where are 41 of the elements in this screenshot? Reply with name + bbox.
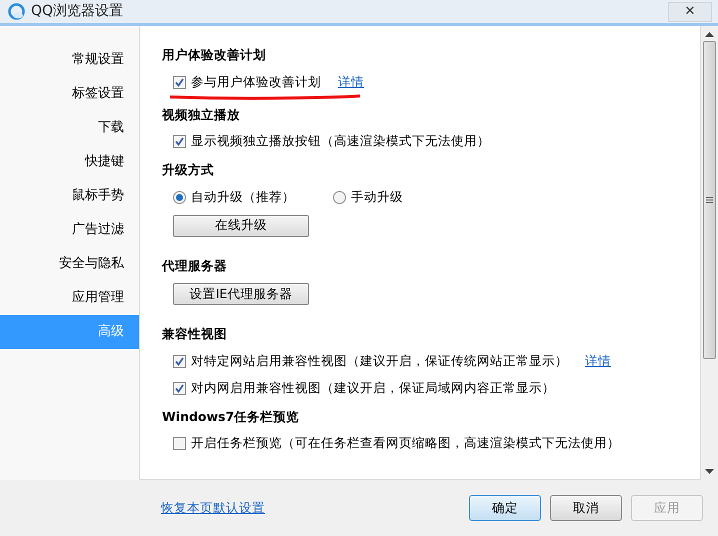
sidebar-item[interactable]: 下载 bbox=[0, 111, 139, 145]
section-title: 代理服务器 bbox=[162, 256, 228, 274]
scroll-down-icon[interactable] bbox=[705, 469, 714, 474]
checkbox[interactable] bbox=[173, 354, 186, 368]
checkbox[interactable] bbox=[173, 76, 186, 89]
checkbox[interactable] bbox=[173, 135, 186, 148]
close-button[interactable]: ✕ bbox=[668, 2, 712, 22]
radio-label: 自动升级（推荐） bbox=[191, 188, 295, 206]
section-title: 视频独立播放 bbox=[162, 106, 241, 124]
restore-defaults-link[interactable]: 恢复本页默认设置 bbox=[161, 498, 265, 518]
radio-button[interactable] bbox=[173, 190, 186, 204]
section-title: 用户体验改善计划 bbox=[162, 46, 267, 64]
checkbox-label: 开启任务栏预览（可在任务栏查看网页缩略图，高速渲染模式下无法使用） bbox=[191, 434, 620, 452]
details-link[interactable]: 详情 bbox=[585, 352, 611, 371]
scrollbar-thumb[interactable] bbox=[703, 41, 716, 359]
details-link[interactable]: 详情 bbox=[338, 72, 364, 92]
section-title: Windows7任务栏预览 bbox=[162, 408, 300, 426]
section-title: 升级方式 bbox=[162, 161, 215, 179]
window-title: QQ浏览器设置 bbox=[31, 2, 124, 21]
radio-button[interactable] bbox=[333, 190, 346, 204]
checkbox-label: 参与用户体验改善计划 bbox=[191, 72, 321, 91]
sidebar-item[interactable]: 广告过滤 bbox=[0, 213, 139, 247]
sidebar-item[interactable]: 应用管理 bbox=[0, 281, 139, 315]
sidebar-item[interactable]: 安全与隐私 bbox=[0, 247, 139, 281]
action-button[interactable]: 在线升级 bbox=[173, 214, 309, 236]
sidebar-item[interactable]: 快捷键 bbox=[0, 145, 139, 179]
checkbox-label: 对特定网站启用兼容性视图（建议开启，保证传统网站正常显示） bbox=[191, 352, 568, 370]
checkbox[interactable] bbox=[173, 382, 186, 395]
browser-logo-icon bbox=[8, 3, 25, 20]
dialog-button[interactable]: 确定 bbox=[469, 495, 541, 521]
scroll-up-icon[interactable] bbox=[705, 32, 714, 37]
section-title: 兼容性视图 bbox=[162, 325, 228, 344]
radio-label: 手动升级 bbox=[351, 188, 403, 206]
action-button[interactable]: 设置IE代理服务器 bbox=[173, 283, 309, 306]
checkbox[interactable] bbox=[173, 437, 186, 450]
dialog-button[interactable]: 取消 bbox=[550, 495, 622, 521]
sidebar-item[interactable]: 常规设置 bbox=[0, 43, 139, 77]
checkbox-label: 对内网启用兼容性视图（建议开启，保证局域网内容正常显示） bbox=[191, 378, 555, 397]
checkbox-label: 显示视频独立播放按钮（高速渲染模式下无法使用） bbox=[191, 132, 490, 150]
sidebar-item[interactable]: 标签设置 bbox=[0, 77, 139, 111]
sidebar-item[interactable]: 鼠标手势 bbox=[0, 179, 139, 213]
